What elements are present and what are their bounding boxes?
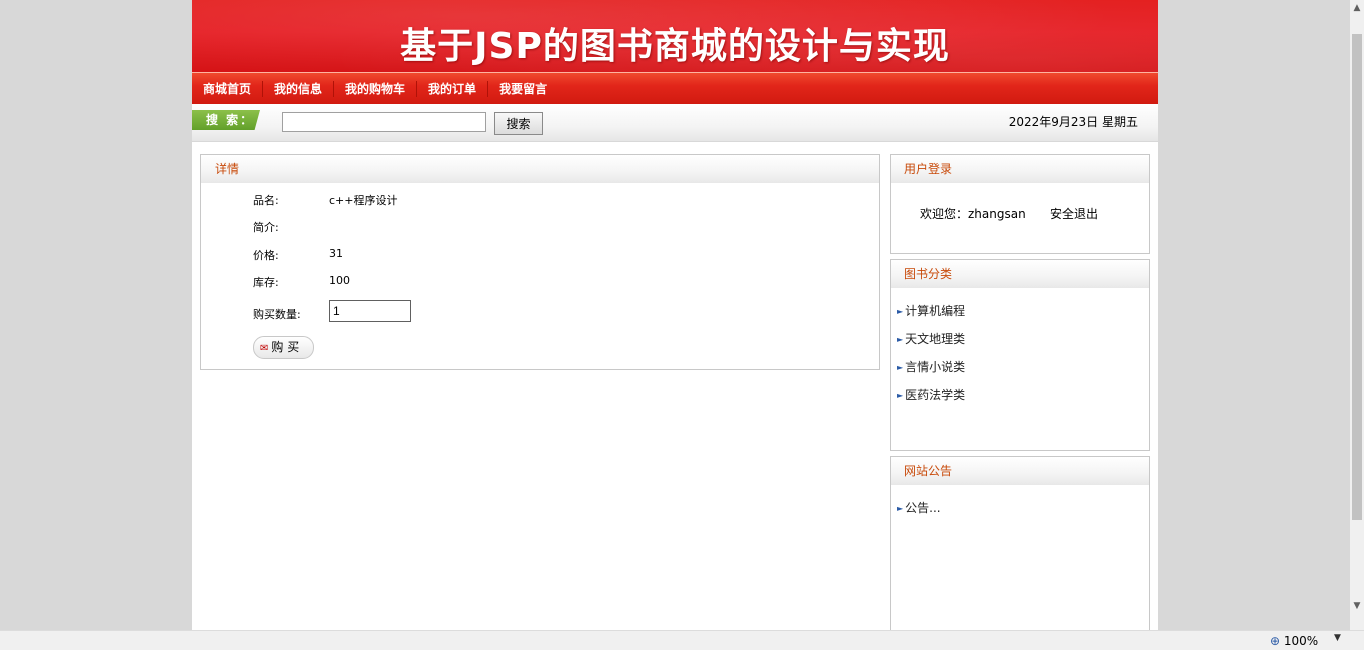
welcome-text: 欢迎您：zhangsan (920, 207, 1026, 221)
category-item[interactable]: ► 医药法学类 (897, 386, 965, 403)
detail-panel-title: 详情 (201, 155, 879, 183)
nav-item-my-info[interactable]: 我的信息 (263, 80, 335, 97)
arrow-right-icon: ► (897, 307, 904, 316)
book-detail-panel: 详情 品名: c++程序设计 简介: 价格: 31 库存: 100 购买数量: … (200, 154, 880, 370)
arrow-right-icon: ► (897, 504, 904, 513)
field-label-name: 品名: (253, 194, 279, 207)
search-button[interactable]: 搜索 (494, 112, 543, 135)
status-bar: ⊕ 100% ▼ (0, 630, 1364, 650)
zoom-level[interactable]: ⊕ 100% (1270, 634, 1318, 648)
search-bar: 搜 索： 搜索 2022年9月23日 星期五 (192, 104, 1158, 142)
arrow-right-icon: ► (897, 363, 904, 372)
scrollbar-thumb[interactable] (1352, 34, 1362, 520)
field-value-name: c++程序设计 (329, 194, 398, 207)
book-category-panel: 图书分类 ► 计算机编程 ► 天文地理类 ► 言情小说类 ► 医药法学类 (890, 259, 1150, 451)
arrow-right-icon: ► (897, 391, 904, 400)
scroll-up-icon[interactable]: ▲ (1350, 0, 1364, 16)
nav-item-leave-message[interactable]: 我要留言 (488, 81, 558, 97)
category-item[interactable]: ► 言情小说类 (897, 358, 965, 375)
cart-icon: ✉ (260, 343, 269, 354)
notice-item[interactable]: ► 公告... (897, 499, 941, 516)
scroll-down-icon[interactable]: ▼ (1350, 598, 1364, 614)
field-value-stock: 100 (329, 274, 350, 287)
field-value-price: 31 (329, 247, 343, 260)
category-panel-title: 图书分类 (891, 260, 1149, 288)
zoom-icon: ⊕ (1270, 634, 1281, 648)
login-panel-title: 用户登录 (891, 155, 1149, 183)
logout-link[interactable]: 安全退出 (1050, 205, 1098, 222)
site-banner: 基于JSP的图书商城的设计与实现 (192, 0, 1158, 72)
arrow-right-icon: ► (897, 335, 904, 344)
nav-item-home[interactable]: 商城首页 (192, 80, 264, 97)
category-item[interactable]: ► 计算机编程 (897, 302, 965, 319)
nav-item-my-orders[interactable]: 我的订单 (417, 80, 489, 97)
search-label: 搜 索： (192, 110, 260, 130)
site-title: 基于JSP的图书商城的设计与实现 (400, 26, 950, 67)
user-login-panel: 用户登录 欢迎您：zhangsan 安全退出 (890, 154, 1150, 254)
notice-panel-title: 网站公告 (891, 457, 1149, 485)
field-label-price: 价格: (253, 249, 279, 262)
main-nav: 商城首页 我的信息 我的购物车 我的订单 我要留言 (192, 72, 1158, 104)
site-notice-panel: 网站公告 ► 公告... (890, 456, 1150, 630)
nav-item-my-cart[interactable]: 我的购物车 (334, 80, 418, 97)
search-input[interactable] (282, 112, 486, 132)
category-item[interactable]: ► 天文地理类 (897, 330, 965, 347)
buy-button[interactable]: ✉ 购 买 (253, 336, 314, 359)
quantity-label: 购买数量: (253, 308, 301, 321)
page-container: 基于JSP的图书商城的设计与实现 商城首页 我的信息 我的购物车 我的订单 我要… (192, 0, 1158, 630)
field-label-intro: 简介: (253, 221, 279, 234)
current-date: 2022年9月23日 星期五 (1008, 115, 1138, 129)
chevron-down-icon[interactable]: ▼ (1334, 633, 1341, 643)
quantity-input[interactable] (329, 300, 411, 322)
vertical-scrollbar[interactable]: ▲ ▼ (1350, 0, 1364, 630)
field-label-stock: 库存: (253, 276, 279, 289)
buy-button-label: 购 买 (271, 340, 300, 354)
